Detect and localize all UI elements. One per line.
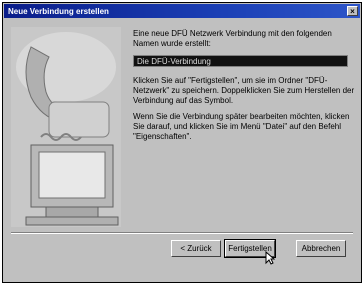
back-button[interactable]: < Zurück [171, 240, 221, 257]
intro-text: Eine neue DFÜ Netzwerk Verbindung mit de… [133, 29, 332, 48]
back-button-label: < Zurück [180, 244, 212, 253]
separator [11, 232, 353, 234]
edit-instructions: Wenn Sie die Verbindung später bearbeite… [133, 112, 350, 141]
window-title: Neue Verbindung erstellen [8, 6, 109, 16]
wizard-text: Eine neue DFÜ Netzwerk Verbindung mit de… [133, 29, 355, 148]
dialog-window: Neue Verbindung erstellen × Eine neue DF… [2, 2, 362, 283]
connection-name-field[interactable] [133, 55, 348, 67]
wizard-illustration [11, 27, 121, 227]
cancel-button-label: Abbrechen [301, 244, 341, 253]
title-bar[interactable]: Neue Verbindung erstellen × [4, 4, 360, 18]
cancel-button[interactable]: Abbrechen [296, 240, 346, 257]
close-icon[interactable]: × [347, 6, 358, 16]
finish-instructions: Klicken Sie auf "Fertigstellen", um sie … [133, 76, 355, 105]
mouse-pointer-icon [265, 251, 275, 265]
